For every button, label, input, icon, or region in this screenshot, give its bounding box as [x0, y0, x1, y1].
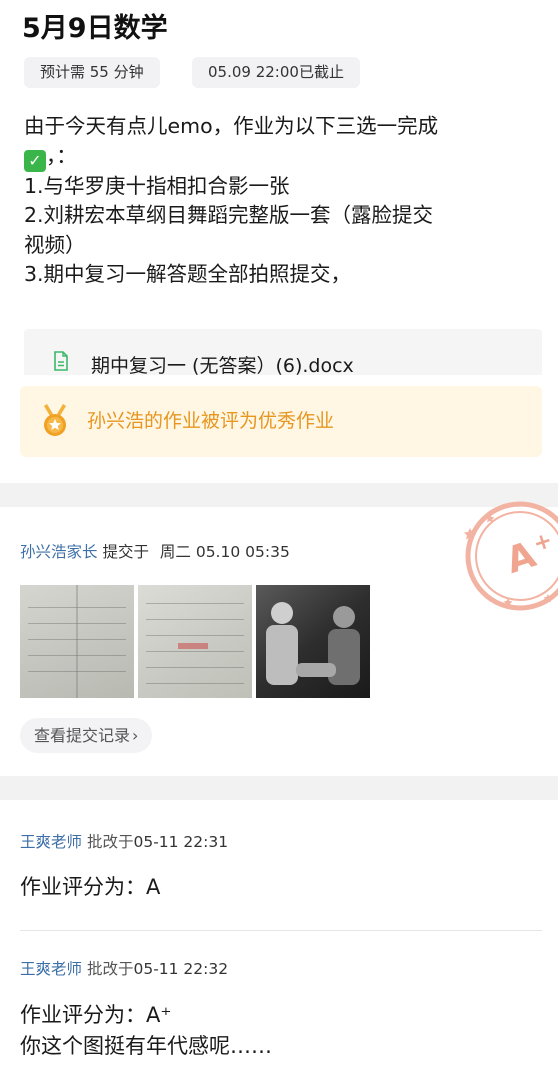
option-2: 2.刘耕宏本草纲目舞蹈完整版一套（露脸提交 [24, 203, 434, 227]
review-comment-line: 你这个图挺有年代感呢…… [20, 1034, 272, 1058]
svg-text:+: + [530, 528, 555, 557]
review-divider [20, 930, 542, 931]
medal-icon [44, 404, 66, 436]
review-comment-line: 作业评分为：A⁺ [20, 1003, 172, 1027]
submission-image[interactable] [256, 585, 370, 698]
review-time: 05-11 22:31 [133, 833, 229, 851]
grade-stamp-a-plus: A + [464, 501, 558, 611]
review-comment: 作业评分为：A⁺ 你这个图挺有年代感呢…… [20, 1000, 272, 1062]
teacher-name[interactable]: 王爽老师 [20, 960, 82, 978]
attachment-item[interactable]: 期中复习一 (无答案）(6).docx [24, 329, 542, 375]
submitter-name[interactable]: 孙兴浩家长 [20, 543, 98, 561]
teacher-name[interactable]: 王爽老师 [20, 833, 82, 851]
review-meta: 王爽老师 批改于05-11 22:31 [20, 830, 228, 852]
document-icon [54, 351, 68, 371]
description-line: 由于今天有点儿emo，作业为以下三选一完成 [24, 114, 439, 138]
submission-meta: 孙兴浩家长 提交于 周二 05.10 05:35 [20, 540, 290, 562]
award-text: 孙兴浩的作业被评为优秀作业 [87, 410, 335, 432]
review-action: 批改于 [86, 960, 134, 978]
chevron-right-icon: › [132, 726, 139, 745]
review-time: 05-11 22:32 [133, 960, 229, 978]
page-title: 5月9日数学 [22, 13, 168, 44]
submit-action: 提交于 [102, 543, 149, 561]
review-action: 批改于 [86, 833, 134, 851]
submission-image[interactable] [20, 585, 134, 698]
attachment-file-name: 期中复习一 (无答案）(6).docx [91, 355, 354, 375]
check-mark-icon: ✓ [24, 149, 46, 172]
review-comment: 作业评分为：A [20, 875, 161, 899]
option-3: 3.期中复习一解答题全部拍照提交， [24, 262, 352, 286]
description-line: ✓，： [24, 142, 544, 172]
option-2-continued: 视频） [24, 232, 86, 257]
section-separator [0, 776, 558, 800]
deadline-chip: 05.09 22:00已截止 [192, 57, 360, 88]
review-meta: 王爽老师 批改于05-11 22:32 [20, 957, 228, 979]
award-banner: 孙兴浩的作业被评为优秀作业 [20, 386, 542, 457]
submit-time: 周二 05.10 05:35 [159, 543, 290, 561]
submission-image[interactable] [138, 585, 252, 698]
assignment-description: 由于今天有点儿emo，作业为以下三选一完成 ✓，： 1.与华罗庚十指相扣合影一张… [24, 112, 544, 290]
option-1: 1.与华罗庚十指相扣合影一张 [24, 173, 290, 198]
view-submission-history-button[interactable]: 查看提交记录 › [20, 718, 153, 753]
estimate-time-chip: 预计需 55 分钟 [24, 57, 160, 88]
